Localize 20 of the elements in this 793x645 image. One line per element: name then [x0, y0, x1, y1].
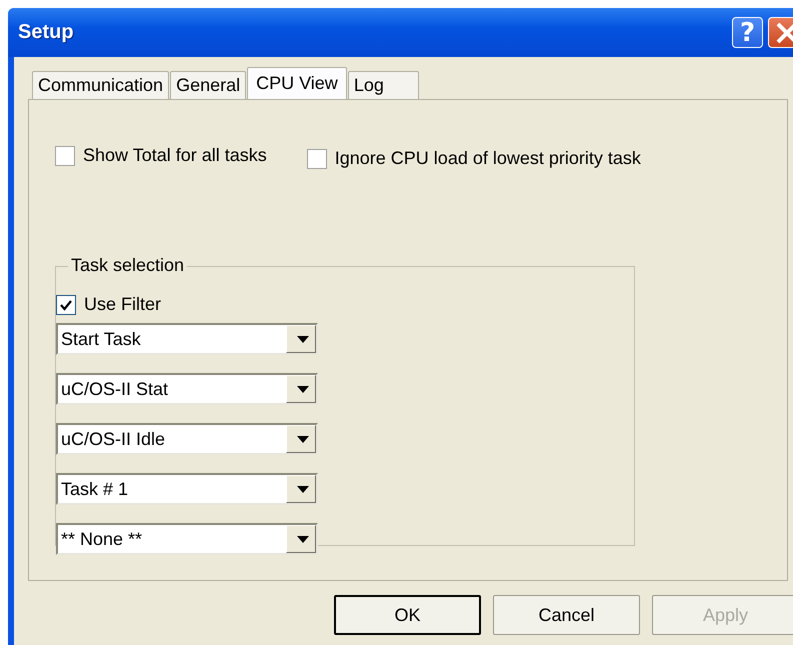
task-dropdown[interactable]: ** None **	[56, 523, 318, 555]
task-dropdown[interactable]: uC/OS-II Stat	[56, 373, 318, 405]
checkbox-label: Ignore CPU load of lowest priority task	[334, 148, 641, 169]
tab[interactable]: Communication	[32, 71, 170, 99]
checkbox[interactable]	[55, 146, 75, 166]
tab[interactable]: General	[170, 71, 246, 99]
checkmark-icon	[60, 298, 72, 310]
task-dropdown[interactable]: Task # 1	[56, 473, 318, 505]
tab[interactable]: Log	[348, 71, 419, 99]
checkbox[interactable]	[306, 148, 327, 168]
task-dropdown[interactable]: uC/OS-II Idle	[56, 423, 318, 455]
checkbox[interactable]	[56, 294, 76, 314]
checkbox-label: Show Total for all tasks	[83, 145, 267, 166]
dialog-button[interactable]: OK	[334, 595, 481, 635]
window-title: Setup	[18, 21, 75, 44]
dialog-button[interactable]: Cancel	[493, 595, 640, 635]
checkbox-label: Use Filter	[84, 294, 162, 315]
help-button[interactable]: ?	[732, 17, 763, 48]
tab[interactable]: CPU View	[247, 67, 347, 99]
task-dropdown[interactable]: Start Task	[56, 323, 318, 355]
